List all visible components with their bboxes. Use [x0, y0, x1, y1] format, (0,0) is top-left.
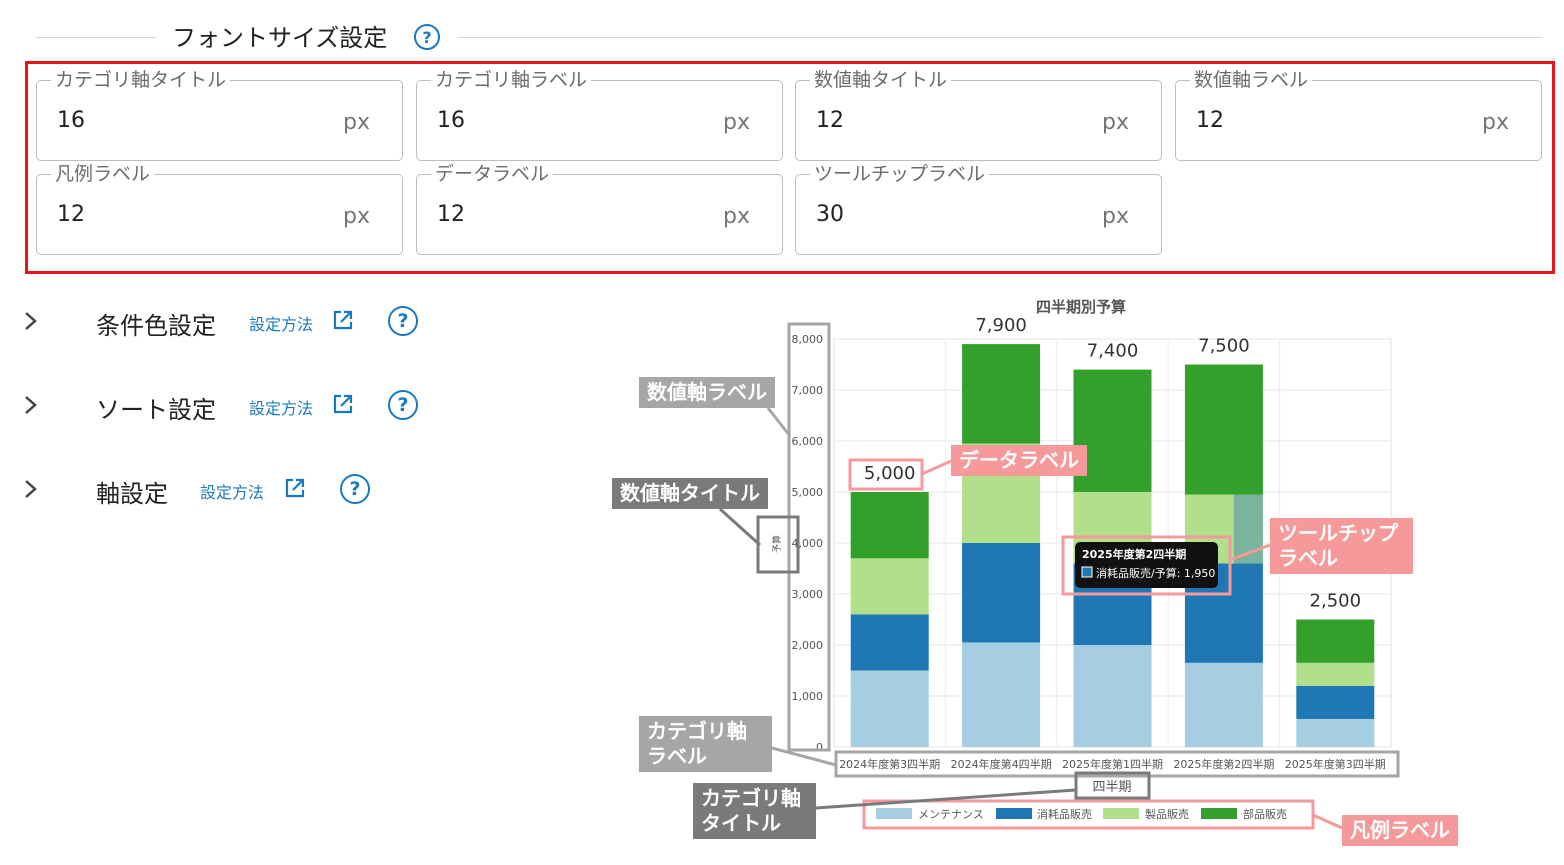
data-label: 2,500 [1310, 591, 1362, 612]
budget-chart: 0 1,000 2,000 3,000 4,000 5,000 6,000 7,000 8,00… [718, 298, 1400, 830]
y-tick-label: 8,000 [792, 333, 824, 346]
callout-line: カテゴリ軸 [701, 786, 801, 810]
legend-entry: 部品販売 [1243, 807, 1287, 821]
legend-swatch [1103, 808, 1139, 819]
tooltip-swatch [1081, 566, 1093, 578]
callout-connector [718, 507, 762, 547]
bar-segment [850, 614, 929, 671]
category-axis-label-callout: カテゴリ軸 ラベル [639, 716, 772, 772]
y-tick-label: 1,000 [792, 690, 824, 703]
data-label: 7,500 [1198, 336, 1250, 357]
x-tick-label: 2025年度第2四半期 [1173, 757, 1274, 771]
value-axis-label-callout: 数値軸ラベル [639, 377, 775, 408]
x-tick-label: 2025年度第3四半期 [1285, 757, 1386, 771]
category-axis-title-callout: カテゴリ軸 タイトル [693, 783, 816, 839]
legend-swatch [996, 808, 1032, 819]
y-axis-title: 予算 [771, 535, 783, 553]
data-label: 7,400 [1087, 341, 1139, 362]
bar-segment [1296, 662, 1375, 686]
bar-segment [962, 642, 1041, 747]
bar-segment [1073, 645, 1152, 747]
legend-entry: 製品販売 [1145, 807, 1189, 821]
chart-title: 四半期別予算 [1036, 298, 1126, 316]
bar-segment [850, 558, 929, 615]
bar-segment [1184, 364, 1263, 495]
callout-line: タイトル [701, 811, 781, 835]
bar-segment [1184, 662, 1263, 747]
callout-connector [815, 788, 1077, 810]
bar-segment [850, 670, 929, 747]
x-tick-label: 2024年度第3四半期 [839, 757, 940, 771]
callout-line: ツールチップ [1278, 521, 1398, 545]
y-tick-label: 5,000 [792, 486, 824, 499]
bar-segment [1296, 685, 1375, 719]
legend-entry: メンテナンス [918, 808, 984, 821]
y-tick-label: 7,000 [792, 384, 824, 397]
legend-swatch [876, 808, 912, 819]
callout-line: ラベル [647, 744, 707, 768]
y-tick-label: 3,000 [792, 588, 824, 601]
bar-segment [1296, 619, 1375, 663]
data-label-callout: データラベル [951, 445, 1087, 476]
data-label: 7,900 [975, 315, 1027, 336]
value-axis-title-callout: 数値軸タイトル [612, 478, 768, 509]
tooltip-label-callout: ツールチップ ラベル [1270, 518, 1413, 574]
callout-line: カテゴリ軸 [647, 719, 747, 743]
x-axis-title: 四半期 [1092, 780, 1131, 795]
x-tick-label: 2024年度第4四半期 [951, 757, 1052, 771]
y-tick-label: 6,000 [792, 435, 824, 448]
x-tick-label: 2025年度第1四半期 [1062, 757, 1163, 771]
callout-connector [1312, 813, 1343, 830]
bar-segment [962, 344, 1041, 444]
callout-connector [766, 407, 792, 437]
bar-segment [850, 492, 929, 559]
legend-label-callout: 凡例ラベル [1342, 815, 1458, 846]
bar-segment [962, 543, 1041, 643]
y-tick-label: 2,000 [792, 639, 824, 652]
y-tick-label: 0 [816, 741, 823, 754]
data-label: 5,000 [864, 463, 916, 484]
legend-swatch [1201, 808, 1237, 819]
tooltip-text: 消耗品販売/予算: 1,950 [1096, 566, 1215, 580]
y-tick-label: 4,000 [792, 537, 824, 550]
callout-line: ラベル [1278, 546, 1338, 570]
bar-segment [1296, 718, 1375, 747]
legend-entry: 消耗品販売 [1037, 807, 1092, 821]
tooltip-title: 2025年度第2四半期 [1082, 547, 1186, 561]
